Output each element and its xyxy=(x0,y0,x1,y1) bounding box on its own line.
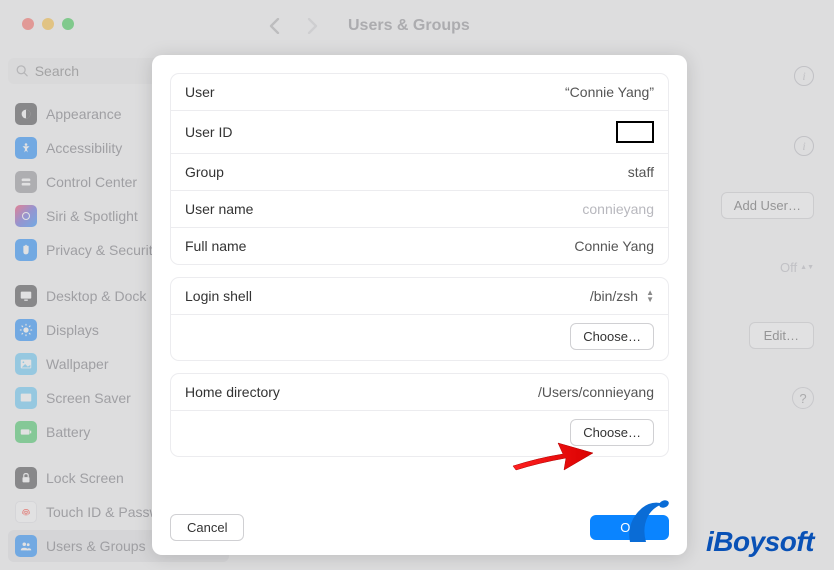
loginshell-label: Login shell xyxy=(185,288,252,304)
stepper-icon: ▲▼ xyxy=(646,289,654,303)
fullname-label: Full name xyxy=(185,238,246,254)
row-login-shell: Login shell /bin/zsh ▲▼ xyxy=(171,278,668,315)
cancel-button[interactable]: Cancel xyxy=(170,514,244,541)
group-value: staff xyxy=(628,164,654,180)
homedir-label: Home directory xyxy=(185,384,280,400)
row-home-directory: Home directory /Users/connieyang xyxy=(171,374,668,411)
row-group: Group staff xyxy=(171,154,668,191)
username-label: User name xyxy=(185,201,253,217)
choose-login-shell-button[interactable]: Choose… xyxy=(570,323,654,350)
row-fullname: Full name Connie Yang xyxy=(171,228,668,264)
login-shell-select[interactable]: /bin/zsh ▲▼ xyxy=(590,288,654,304)
userid-label: User ID xyxy=(185,124,232,140)
choose-home-directory-button[interactable]: Choose… xyxy=(570,419,654,446)
user-value: “Connie Yang” xyxy=(565,84,654,100)
advanced-user-options-sheet: User “Connie Yang” User ID Group staff U… xyxy=(152,55,687,555)
userid-field[interactable] xyxy=(616,121,654,143)
fullname-value[interactable]: Connie Yang xyxy=(574,238,654,254)
username-value: connieyang xyxy=(582,201,654,217)
user-label: User xyxy=(185,84,215,100)
watermark-swoosh xyxy=(624,498,680,546)
homedir-value: /Users/connieyang xyxy=(538,384,654,400)
group-label: Group xyxy=(185,164,224,180)
row-username: User name connieyang xyxy=(171,191,668,228)
row-user: User “Connie Yang” xyxy=(171,74,668,111)
watermark-text: iBoysoft xyxy=(706,526,814,558)
row-user-id: User ID xyxy=(171,111,668,154)
